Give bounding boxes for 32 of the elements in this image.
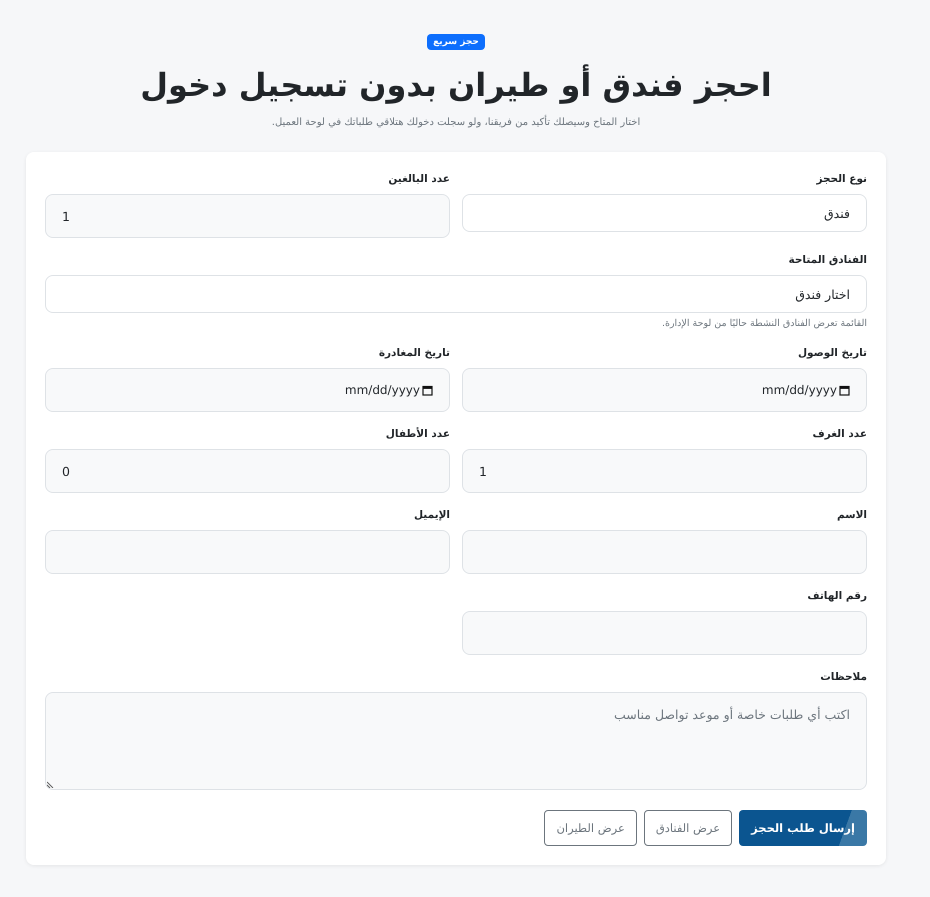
calendar-icon[interactable] [839, 384, 850, 396]
select-field[interactable]: فندق [462, 194, 867, 232]
field-label: عدد الغرف [812, 427, 867, 441]
field-label: الاسم [837, 508, 867, 522]
field-label: تاريخ الوصول [798, 346, 867, 360]
badge: حجز سريع [427, 34, 485, 50]
help-text: القائمة تعرض الفنادق النشطة حاليًا من لوحة الإدارة. [662, 317, 867, 331]
date-field[interactable]: mm/dd/yyyy [462, 368, 867, 412]
resize-grip-icon[interactable] [47, 780, 55, 788]
submit-button[interactable]: إرسال طلب الحجز [739, 810, 867, 846]
date-field[interactable]: mm/dd/yyyy [45, 368, 450, 412]
field-label: عدد البالغين [388, 172, 450, 186]
page-title: احجز فندق أو طيران بدون تسجيل دخول [140, 63, 772, 106]
field-label: رقم الهاتف [807, 589, 867, 603]
notes-field[interactable]: اكتب أي طلبات خاصة أو موعد تواصل مناسب [45, 692, 867, 790]
number-field[interactable]: 1 [462, 449, 867, 493]
field-label: عدد الأطفال [386, 427, 450, 441]
number-field[interactable]: 0 [45, 449, 450, 493]
calendar-icon[interactable] [422, 384, 433, 396]
field-label: الفنادق المتاحة [788, 253, 867, 267]
field-label: ملاحظات [820, 670, 867, 684]
select-field[interactable]: اختار فندق [45, 275, 867, 313]
field-label: الإيميل [414, 508, 450, 522]
page-subtitle: اختار المتاح وسيصلك تأكيد من فريقنا، ولو سجلت دخولك هتلاقي طلباتك في لوحة العميل. [272, 116, 640, 130]
outline-button[interactable]: عرض الفنادق [644, 810, 732, 846]
outline-button[interactable]: عرض الطيران [544, 810, 637, 846]
field-label: نوع الحجز [816, 172, 867, 186]
field-label: تاريخ المغادرة [378, 346, 450, 360]
input-field[interactable] [45, 530, 450, 574]
input-field[interactable] [462, 611, 867, 655]
input-field[interactable] [462, 530, 867, 574]
number-field[interactable]: 1 [45, 194, 450, 238]
